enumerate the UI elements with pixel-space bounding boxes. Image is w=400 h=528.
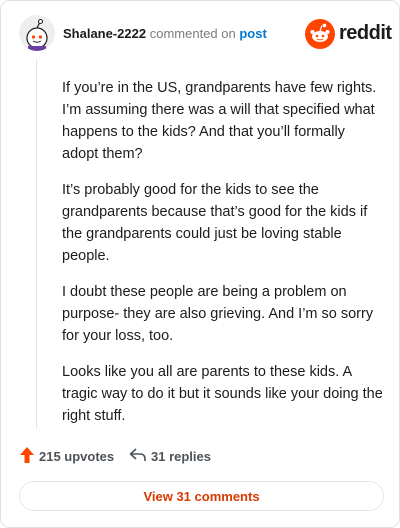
upvote-button[interactable]: 215 upvotes: [19, 445, 114, 467]
comment-body: If you’re in the US, grandparents have f…: [62, 77, 384, 441]
thread-line[interactable]: [36, 59, 37, 429]
reddit-logo-icon: [305, 19, 335, 49]
comment-paragraph-4: Looks like you all are parents to these …: [62, 364, 383, 424]
snoo-avatar-icon[interactable]: [19, 15, 55, 51]
reply-arrow-icon: [129, 447, 151, 466]
comment-paragraph-3: I doubt these people are being a problem…: [62, 284, 374, 344]
post-link[interactable]: post: [239, 26, 266, 41]
comment-paragraph-1: If you’re in the US, grandparents have f…: [62, 80, 377, 162]
view-comments-button[interactable]: View 31 comments: [19, 481, 384, 511]
reply-count: 31 replies: [151, 448, 211, 464]
reddit-logo[interactable]: reddit: [305, 19, 392, 49]
byline-action-text: commented on: [149, 26, 236, 41]
username-link[interactable]: Shalane-2222: [63, 26, 146, 41]
comment-card: Shalane-2222 commented on post reddit If…: [0, 0, 400, 528]
comment-paragraph-2: It’s probably good for the kids to see t…: [62, 182, 368, 264]
byline: Shalane-2222 commented on post: [63, 26, 267, 41]
reply-button[interactable]: 31 replies: [129, 445, 211, 467]
upvote-count: 215 upvotes: [39, 448, 115, 464]
comment-actions: 215 upvotes 31 replies: [19, 445, 385, 467]
upvote-arrow-icon: [19, 446, 39, 467]
comment-header: Shalane-2222 commented on post reddit: [19, 15, 392, 55]
reddit-wordmark: reddit: [339, 22, 392, 44]
